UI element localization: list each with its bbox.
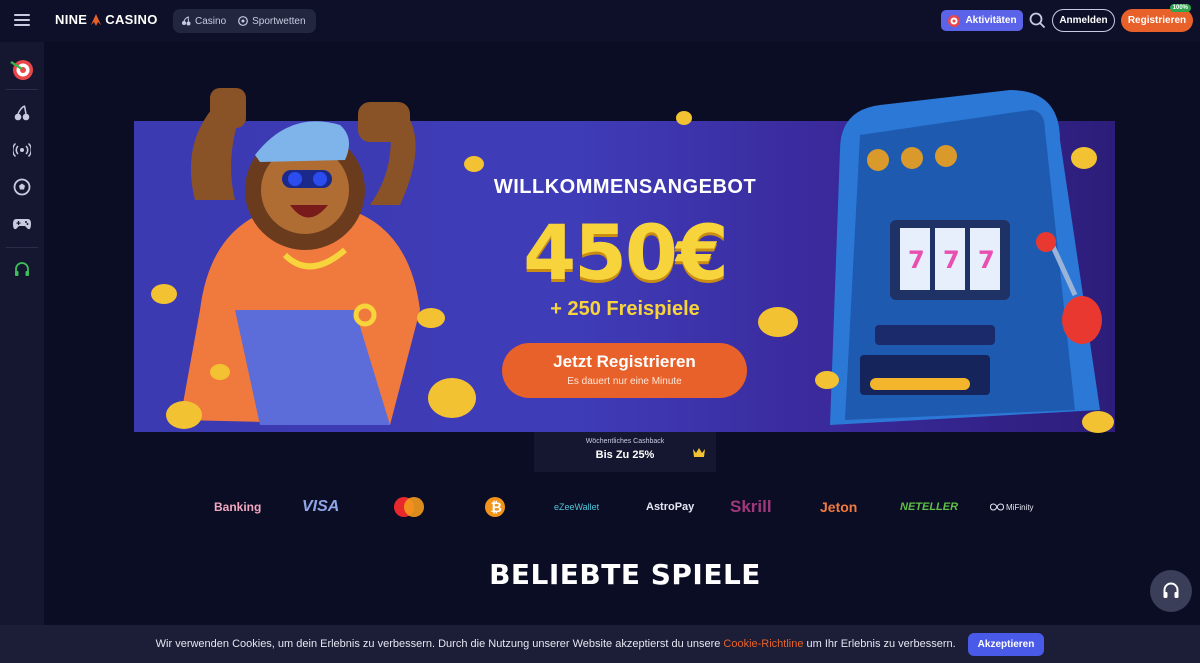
sidebar-item-support[interactable]	[12, 260, 32, 280]
infinity-icon	[990, 503, 1004, 511]
payment-mastercard	[392, 494, 426, 520]
cta-label: Jetzt Registrieren	[553, 352, 696, 371]
payment-bitcoin: ₿	[484, 494, 506, 520]
cashback-banner: Wöchentliches Cashback Bis Zu 25%	[534, 432, 716, 472]
sidebar-item-live[interactable]	[12, 140, 32, 160]
promo-title: WILLKOMMENSANGEBOT	[493, 176, 757, 198]
headset-icon	[1163, 582, 1179, 598]
payment-mifinity: MiFinity	[990, 494, 1034, 520]
mastercard-logo-icon	[394, 497, 424, 517]
cherry-icon	[182, 16, 191, 26]
logo-text-left: NINE	[55, 12, 88, 27]
live-support-button[interactable]	[1150, 570, 1192, 612]
activity-button[interactable]: Aktivitäten	[941, 10, 1023, 31]
cashback-label: Wöchentliches Cashback	[585, 438, 665, 445]
live-broadcast-icon	[13, 142, 31, 158]
register-button[interactable]: Registrieren 100%	[1121, 4, 1193, 32]
activity-label: Aktivitäten	[965, 15, 1017, 26]
tab-sportwetten-label: Sportwetten	[252, 15, 306, 27]
payment-ezeewallet: eZeeWallet	[554, 502, 600, 512]
cookie-accept-button[interactable]: Akzeptieren	[967, 632, 1045, 656]
logo-text-right: CASINO	[105, 12, 158, 27]
tab-casino[interactable]: Casino	[181, 16, 226, 27]
soccer-ball-icon	[13, 178, 31, 196]
cookie-banner: Wir verwenden Cookies, um dein Erlebnis …	[0, 625, 1200, 663]
headset-icon	[15, 262, 29, 276]
main-nav: Casino Sportwetten	[173, 9, 316, 33]
sidebar-item-activity[interactable]	[9, 56, 35, 82]
sidebar	[0, 42, 44, 663]
slot-machine-illustration: 7 7 7	[830, 90, 1102, 425]
promo-amount: 450€	[523, 208, 729, 297]
crown-icon	[693, 448, 705, 457]
cookie-text-end: um Ihr Erlebnis zu verbessern.	[806, 638, 956, 650]
section-title: BELIEBTE SPIELE	[489, 558, 761, 591]
dart-target-icon	[948, 14, 961, 27]
logo[interactable]: NINE CASINO	[55, 12, 158, 27]
sidebar-item-casino[interactable]	[12, 103, 32, 123]
sidebar-divider	[6, 247, 38, 248]
payment-neteller: NETELLER	[900, 501, 959, 513]
svg-text:7: 7	[908, 246, 925, 274]
top-bar: NINE CASINO Casino Sportwetten Aktivität…	[0, 0, 1200, 42]
payment-jeton: Jeton	[820, 499, 858, 515]
payment-banking: Banking	[214, 500, 262, 514]
hamburger-menu-icon[interactable]	[12, 12, 32, 28]
gamepad-icon	[13, 219, 31, 230]
login-button[interactable]: Anmelden	[1052, 9, 1115, 32]
payment-methods: Banking VISA ₿ eZeeWallet AstroPay Skril…	[200, 494, 1050, 520]
register-cta-button[interactable]: Jetzt Registrieren Es dauert nur eine Mi…	[502, 343, 747, 398]
tab-casino-label: Casino	[195, 15, 227, 27]
svg-text:₿: ₿	[491, 500, 502, 516]
bonus-badge: 100%	[1169, 4, 1191, 12]
svg-text:7: 7	[978, 246, 995, 274]
cherry-icon	[14, 105, 30, 121]
soccer-ball-icon	[238, 16, 249, 26]
search-icon[interactable]	[1029, 12, 1046, 29]
lion-logo-icon	[91, 13, 102, 26]
payment-astropay: AstroPay	[646, 501, 695, 513]
mifinity-label: MiFinity	[1006, 502, 1034, 512]
sidebar-item-sports[interactable]	[12, 177, 32, 197]
cta-sublabel: Es dauert nur eine Minute	[567, 376, 682, 387]
cookie-text: Wir verwenden Cookies, um dein Erlebnis …	[155, 638, 721, 650]
sidebar-divider	[6, 89, 38, 90]
register-label: Registrieren	[1127, 15, 1187, 26]
promo-free-spins: + 250 Freispiele	[550, 298, 700, 320]
cookie-policy-link[interactable]: Cookie-Richtline	[723, 638, 803, 650]
bitcoin-logo-icon: ₿	[485, 497, 505, 517]
dart-target-icon	[10, 60, 33, 80]
tab-sportwetten[interactable]: Sportwetten	[238, 15, 306, 27]
payment-visa: VISA	[302, 498, 340, 515]
payment-skrill: Skrill	[730, 497, 772, 516]
cashback-value: Bis Zu 25%	[595, 449, 655, 461]
svg-text:7: 7	[943, 246, 960, 274]
sidebar-item-games[interactable]	[12, 214, 32, 234]
